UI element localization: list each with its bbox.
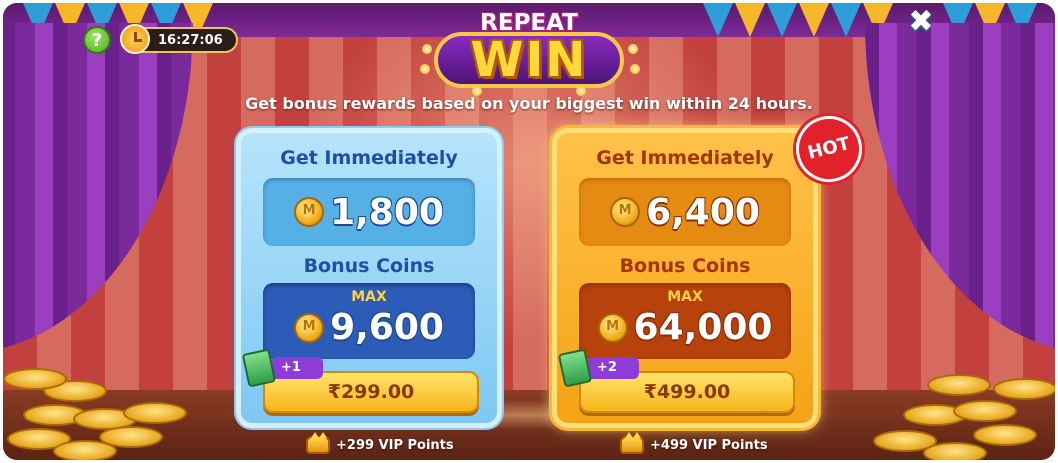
ticket-icon bbox=[557, 348, 593, 388]
question-icon: ? bbox=[91, 29, 103, 51]
curtain-right bbox=[865, 23, 1055, 353]
bonus-amount: 9,600 bbox=[330, 307, 444, 348]
repeat-win-logo: REPEAT WIN bbox=[412, 4, 646, 96]
ticket-bonus-badge: +1 bbox=[241, 348, 323, 388]
immediate-amount-box: 6,400 bbox=[579, 178, 791, 246]
ticket-icon bbox=[241, 348, 277, 388]
timer-text: 16:27:06 bbox=[158, 32, 223, 48]
logo-win-text: WIN bbox=[470, 32, 588, 88]
coin-icon bbox=[294, 197, 325, 227]
bonus-amount: 64,000 bbox=[633, 307, 773, 348]
coin-icon bbox=[597, 312, 628, 343]
max-label: MAX bbox=[667, 289, 703, 305]
offer-card-1: Get Immediately 1,800 Bonus Coins MAX 9,… bbox=[236, 128, 502, 428]
ticket-bonus-badge: +2 bbox=[557, 348, 639, 388]
bonus-coins-label: Bonus Coins bbox=[303, 255, 435, 277]
vip-points-1: +299 VIP Points bbox=[306, 432, 454, 454]
help-button[interactable]: ? bbox=[83, 26, 111, 54]
clock-icon bbox=[120, 24, 150, 54]
ticket-bonus-count: +1 bbox=[271, 357, 323, 379]
bonus-amount-box: MAX 9,600 bbox=[263, 283, 475, 359]
curtain-left bbox=[3, 23, 193, 353]
close-button[interactable]: ✖ bbox=[905, 6, 937, 38]
vip-points-text: +299 VIP Points bbox=[336, 437, 454, 453]
coin-icon bbox=[610, 197, 641, 227]
close-icon: ✖ bbox=[908, 4, 934, 39]
immediate-amount: 6,400 bbox=[646, 191, 760, 233]
coin-icon bbox=[294, 312, 325, 343]
bonus-amount-box: MAX 64,000 bbox=[579, 283, 791, 359]
vip-points-text: +499 VIP Points bbox=[650, 437, 768, 453]
immediate-amount-box: 1,800 bbox=[263, 178, 475, 246]
vip-points-2: +499 VIP Points bbox=[620, 432, 768, 454]
coin-pile-right bbox=[863, 360, 1055, 460]
ticket-bonus-count: +2 bbox=[587, 357, 639, 379]
vip-crown-icon bbox=[306, 432, 330, 454]
offer-card-2: Get Immediately 6,400 Bonus Coins MAX 64… bbox=[552, 128, 818, 428]
subtitle: Get bonus rewards based on your biggest … bbox=[245, 94, 813, 113]
vip-crown-icon bbox=[620, 432, 644, 454]
get-immediately-label: Get Immediately bbox=[596, 147, 774, 169]
immediate-amount: 1,800 bbox=[330, 191, 444, 233]
coin-pile-left bbox=[3, 360, 203, 460]
bonus-coins-label: Bonus Coins bbox=[619, 255, 751, 277]
get-immediately-label: Get Immediately bbox=[280, 147, 458, 169]
max-label: MAX bbox=[351, 289, 387, 305]
